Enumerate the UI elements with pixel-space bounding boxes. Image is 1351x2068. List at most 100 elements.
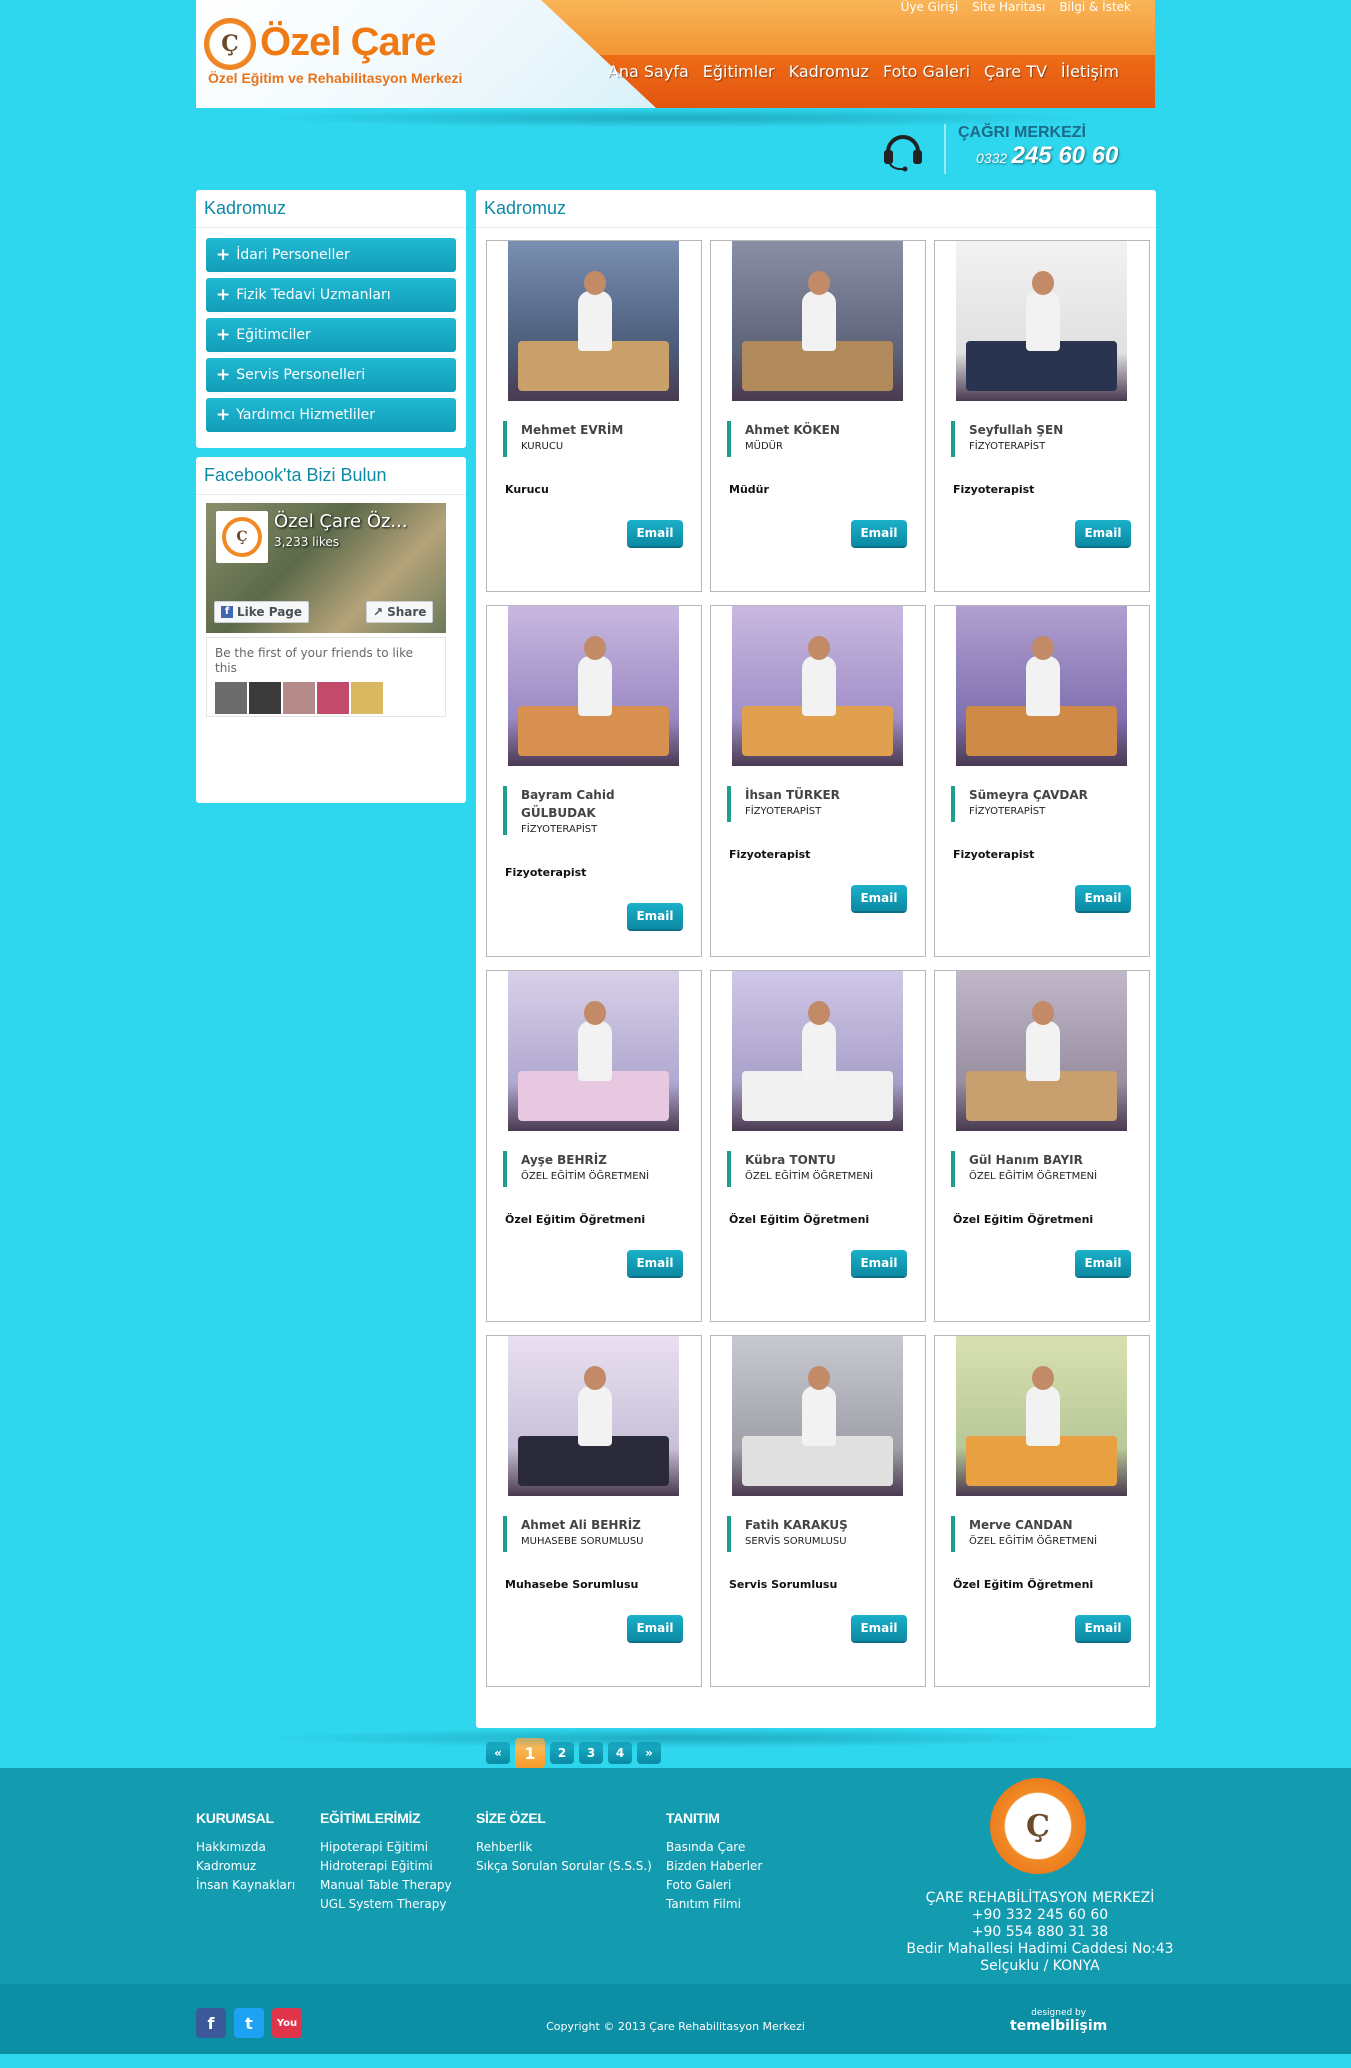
- sidebar-item-admin-staff[interactable]: + İdari Personeller: [206, 238, 456, 272]
- top-link-info-request[interactable]: Bilgi & İstek: [1059, 0, 1131, 14]
- footer-link[interactable]: Kadromuz: [196, 1857, 295, 1876]
- facebook-friends-text: Be the first of your friends to like thi…: [215, 646, 413, 675]
- contact-address: Bedir Mahallesi Hadimi Caddesi No:43: [906, 1941, 1174, 1957]
- staff-photo[interactable]: [956, 241, 1127, 401]
- photo-head: [1032, 1001, 1054, 1025]
- email-button[interactable]: Email: [851, 1250, 907, 1276]
- staff-photo[interactable]: [956, 606, 1127, 766]
- designer-credit[interactable]: designed by temelbilişim: [1010, 2008, 1107, 2034]
- email-button[interactable]: Email: [851, 520, 907, 546]
- photo-head: [1032, 271, 1054, 295]
- footer-link[interactable]: Rehberlik: [476, 1838, 652, 1857]
- photo-person: [1026, 1021, 1060, 1081]
- sidebar-item-physiotherapists[interactable]: + Fizik Tedavi Uzmanları: [206, 278, 456, 312]
- email-button[interactable]: Email: [1075, 885, 1131, 911]
- footer-link[interactable]: UGL System Therapy: [320, 1895, 452, 1914]
- facebook-page-name[interactable]: Özel Çare Öz...: [274, 511, 408, 532]
- footer-col-special: SİZE ÖZEL Rehberlik Sıkça Sorulan Sorula…: [476, 1810, 652, 1876]
- facebook-faces: [215, 682, 437, 714]
- staff-card: Sümeyra ÇAVDAR FİZYOTERAPİST Fizyoterapist…: [934, 605, 1150, 957]
- staff-name: Seyfullah ŞEN: [969, 423, 1064, 437]
- email-button[interactable]: Email: [627, 1615, 683, 1641]
- nav-home[interactable]: Ana Sayfa: [608, 62, 689, 81]
- friend-avatar[interactable]: [249, 682, 281, 714]
- photo-head: [584, 1001, 606, 1025]
- sidebar-title: Kadromuz: [196, 190, 466, 228]
- divider: [944, 124, 946, 174]
- staff-name: Kübra TONTU: [745, 1153, 836, 1167]
- nav-contact[interactable]: İletişim: [1061, 62, 1119, 81]
- footer-link[interactable]: Foto Galeri: [666, 1876, 762, 1895]
- top-link-sitemap[interactable]: Site Haritası: [972, 0, 1045, 14]
- friend-avatar[interactable]: [317, 682, 349, 714]
- contact-phone: +90 332 245 60 60: [971, 1907, 1109, 1923]
- footer-link[interactable]: Hipoterapi Eğitimi: [320, 1838, 452, 1857]
- footer-col-promotion: TANITIM Basında Çare Bizden Haberler Fot…: [666, 1810, 762, 1914]
- staff-photo[interactable]: [508, 1336, 679, 1496]
- email-button[interactable]: Email: [851, 1615, 907, 1641]
- staff-info: Mehmet EVRİM KURUCU: [503, 421, 687, 457]
- sidebar-item-service-staff[interactable]: + Servis Personelleri: [206, 358, 456, 392]
- call-center: ÇAĞRI MERKEZİ 0332 245 60 60: [880, 118, 1140, 178]
- footer-link[interactable]: Manual Table Therapy: [320, 1876, 452, 1895]
- sidebar-item-educators[interactable]: + Eğitimciler: [206, 318, 456, 352]
- staff-photo[interactable]: [508, 971, 679, 1131]
- logo-title: Özel Çare: [260, 20, 437, 64]
- top-link-member-login[interactable]: Üye Girişi: [901, 0, 959, 14]
- staff-name: Gül Hanım BAYIR: [969, 1153, 1083, 1167]
- sidebar-item-support-staff[interactable]: + Yardımcı Hizmetliler: [206, 398, 456, 432]
- friend-avatar[interactable]: [351, 682, 383, 714]
- staff-photo[interactable]: [956, 971, 1127, 1131]
- facebook-panel: Facebook'ta Bizi Bulun Ç Özel Çare Öz...…: [196, 457, 466, 803]
- like-page-button[interactable]: f Like Page: [214, 601, 310, 623]
- email-button[interactable]: Email: [1075, 520, 1131, 546]
- staff-photo[interactable]: [732, 606, 903, 766]
- staff-name: İhsan TÜRKER: [745, 788, 840, 802]
- nav-staff[interactable]: Kadromuz: [789, 62, 869, 81]
- friend-avatar[interactable]: [283, 682, 315, 714]
- footer-link[interactable]: Bizden Haberler: [666, 1857, 762, 1876]
- staff-card: Bayram Cahid GÜLBUDAK FİZYOTERAPİST Fizyot…: [486, 605, 702, 957]
- photo-person: [802, 1021, 836, 1081]
- staff-photo[interactable]: [732, 971, 903, 1131]
- plus-icon: +: [216, 245, 231, 265]
- footer-link[interactable]: Sıkça Sorulan Sorular (S.S.S.): [476, 1857, 652, 1876]
- email-button[interactable]: Email: [627, 903, 683, 929]
- staff-description: Fizyoterapist: [729, 848, 811, 861]
- footer-link[interactable]: Tanıtım Filmi: [666, 1895, 762, 1914]
- sidebar-item-label: Fizik Tedavi Uzmanları: [236, 287, 391, 303]
- email-button[interactable]: Email: [1075, 1615, 1131, 1641]
- staff-card: Seyfullah ŞEN FİZYOTERAPİST Fizyoterapist E…: [934, 240, 1150, 592]
- staff-photo[interactable]: [508, 241, 679, 401]
- photo-person: [802, 656, 836, 716]
- footer-link[interactable]: Hakkımızda: [196, 1838, 295, 1857]
- facebook-widget[interactable]: Ç Özel Çare Öz... 3,233 likes f Like Page…: [206, 503, 446, 633]
- share-button[interactable]: ↗ Share: [366, 601, 434, 623]
- staff-description: Fizyoterapist: [505, 866, 587, 879]
- photo-head: [808, 1001, 830, 1025]
- facebook-icon: f: [221, 606, 233, 618]
- friend-avatar[interactable]: [215, 682, 247, 714]
- email-button[interactable]: Email: [627, 520, 683, 546]
- nav-photo-gallery[interactable]: Foto Galeri: [883, 62, 970, 81]
- photo-head: [808, 271, 830, 295]
- footer-link[interactable]: İnsan Kaynakları: [196, 1876, 295, 1895]
- staff-photo[interactable]: [732, 241, 903, 401]
- footer-link[interactable]: Basında Çare: [666, 1838, 762, 1857]
- staff-photo[interactable]: [732, 1336, 903, 1496]
- nav-trainings[interactable]: Eğitimler: [703, 62, 775, 81]
- footer-link[interactable]: Hidroterapi Eğitimi: [320, 1857, 452, 1876]
- facebook-avatar: Ç: [216, 511, 268, 563]
- email-button[interactable]: Email: [1075, 1250, 1131, 1276]
- staff-card: Kübra TONTU ÖZEL EĞİTİM ÖĞRETMENİ Özel Eği…: [710, 970, 926, 1322]
- staff-description: Servis Sorumlusu: [729, 1578, 838, 1591]
- staff-photo[interactable]: [508, 606, 679, 766]
- staff-card: Ahmet Ali BEHRİZ MUHASEBE SORUMLUSU Muhase…: [486, 1335, 702, 1687]
- email-button[interactable]: Email: [627, 1250, 683, 1276]
- phone-prefix: 0332: [976, 150, 1008, 166]
- staff-photo[interactable]: [956, 1336, 1127, 1496]
- nav-care-tv[interactable]: Çare TV: [984, 62, 1047, 81]
- email-button[interactable]: Email: [851, 885, 907, 911]
- staff-name: Mehmet EVRİM: [521, 423, 624, 437]
- photo-person: [802, 291, 836, 351]
